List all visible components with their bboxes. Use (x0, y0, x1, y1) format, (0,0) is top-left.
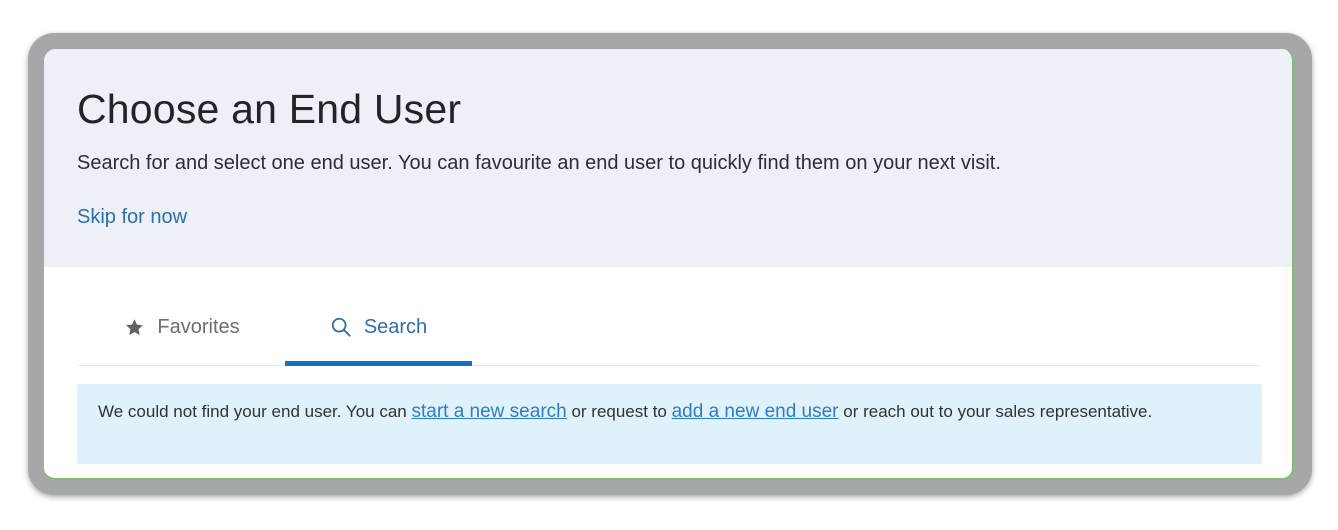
not-found-notice: We could not find your end user. You can… (77, 384, 1262, 464)
tab-search-label: Search (363, 315, 428, 338)
notice-text-after: or reach out to your sales representativ… (838, 402, 1153, 421)
tab-favorites-label: Favorites (157, 315, 240, 338)
active-tab-indicator (285, 361, 472, 366)
star-icon (124, 317, 145, 338)
tab-favorites[interactable]: Favorites (79, 289, 285, 365)
page-subtitle: Search for and select one end user. You … (77, 152, 1001, 174)
search-icon (330, 316, 352, 338)
skip-for-now-link[interactable]: Skip for now (77, 206, 187, 229)
tab-bar: Favorites Search (79, 289, 1259, 366)
tab-search[interactable]: Search (285, 289, 472, 366)
notice-text-middle: or request to (566, 402, 672, 421)
notice-text-before: We could not find your end user. You can (98, 402, 412, 421)
end-user-panel: Choose an End User Search for and select… (44, 49, 1294, 480)
page-header: Choose an End User Search for and select… (44, 49, 1292, 267)
page-title: Choose an End User (77, 86, 462, 132)
notice-message: We could not find your end user. You can… (98, 397, 1218, 426)
start-new-search-link[interactable]: start a new search (411, 401, 566, 422)
add-new-end-user-link[interactable]: add a new end user (672, 401, 839, 422)
